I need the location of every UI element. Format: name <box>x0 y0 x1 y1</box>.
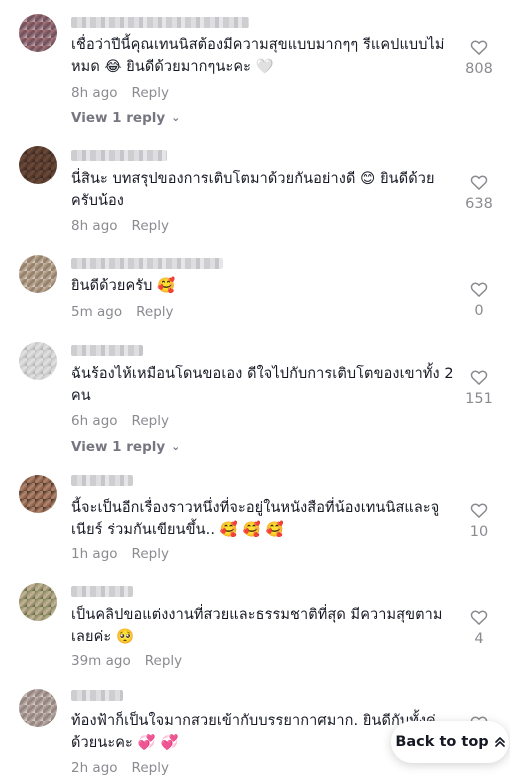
avatar[interactable] <box>19 475 57 513</box>
like-count: 0 <box>474 303 484 319</box>
reply-button[interactable]: Reply <box>132 218 169 234</box>
username[interactable] <box>71 475 133 486</box>
like-button[interactable]: 638 <box>457 172 501 212</box>
chevron-down-icon: ⌄ <box>171 440 181 453</box>
comment-text: ฉันร้องไห้เหมือนโดนขอเอง ดีใจไปกับการเติ… <box>71 366 454 404</box>
heart-outline-icon <box>470 175 488 190</box>
username[interactable] <box>71 690 123 701</box>
like-count: 638 <box>465 196 493 212</box>
username[interactable] <box>71 586 133 597</box>
username[interactable] <box>71 150 167 161</box>
comment-time: 2h ago <box>71 760 118 776</box>
view-replies-label: View 1 reply <box>71 439 166 455</box>
comment-text: นี่สินะ บทสรุปของการเติบโตมาด้วยกันอย่าง… <box>71 171 435 209</box>
view-replies-button[interactable]: View 1 reply ⌄ <box>71 439 180 455</box>
comment-meta: 1h ago Reply <box>71 546 169 562</box>
avatar[interactable] <box>19 342 57 380</box>
heart-outline-icon <box>470 370 488 385</box>
comment-time: 8h ago <box>71 218 118 234</box>
comment-meta: 2h ago Reply <box>71 760 169 776</box>
reply-button[interactable]: Reply <box>132 85 169 101</box>
avatar[interactable] <box>19 14 57 52</box>
back-to-top-label: Back to top <box>395 734 489 750</box>
username[interactable] <box>71 17 249 28</box>
comment-meta: 6h ago Reply <box>71 413 169 429</box>
like-button[interactable]: 4 <box>457 607 501 647</box>
comment-meta: 39m ago Reply <box>71 653 182 669</box>
comment-text: ยินดีด้วยครับ 🥰 <box>71 278 176 294</box>
reply-button[interactable]: Reply <box>136 304 173 320</box>
double-chevron-up-icon <box>494 737 505 747</box>
reply-button[interactable]: Reply <box>132 413 169 429</box>
username[interactable] <box>71 345 143 356</box>
heart-outline-icon <box>470 40 488 55</box>
view-replies-label: View 1 reply <box>71 110 166 126</box>
avatar[interactable] <box>19 255 57 293</box>
view-replies-button[interactable]: View 1 reply ⌄ <box>71 110 180 126</box>
reply-button[interactable]: Reply <box>132 760 169 776</box>
avatar[interactable] <box>19 583 57 621</box>
username[interactable] <box>71 258 223 269</box>
like-count: 4 <box>474 631 484 647</box>
like-button[interactable]: 10 <box>457 500 501 540</box>
comment-text: เชื่อว่าปีนี้คุณเทนนิสต้องมีความสุขแบบมา… <box>71 37 445 75</box>
comment-time: 6h ago <box>71 413 118 429</box>
comment-time: 8h ago <box>71 85 118 101</box>
comment-text: นี้จะเป็นอีกเรื่องราวหนึ่งที่จะอยู่ในหนั… <box>71 500 440 538</box>
comment-meta: 8h ago Reply <box>71 218 169 234</box>
avatar[interactable] <box>19 689 57 727</box>
like-count: 151 <box>465 391 493 407</box>
like-button[interactable]: 808 <box>457 37 501 77</box>
heart-outline-icon <box>470 282 488 297</box>
avatar[interactable] <box>19 146 57 184</box>
reply-button[interactable]: Reply <box>145 653 182 669</box>
heart-outline-icon <box>470 503 488 518</box>
like-button[interactable]: 151 <box>457 367 501 407</box>
like-count: 808 <box>465 61 493 77</box>
comment-time: 39m ago <box>71 653 131 669</box>
back-to-top-button[interactable]: Back to top <box>391 721 509 763</box>
comment-meta: 8h ago Reply <box>71 85 169 101</box>
comment-time: 5m ago <box>71 304 123 320</box>
like-count: 10 <box>469 524 489 540</box>
comment-text: เป็นคลิปขอแต่งงานที่สวยและธรรมชาติที่สุด… <box>71 607 443 645</box>
chevron-down-icon: ⌄ <box>171 111 181 124</box>
comment-time: 1h ago <box>71 546 118 562</box>
reply-button[interactable]: Reply <box>132 546 169 562</box>
comment-meta: 5m ago Reply <box>71 304 174 320</box>
like-button[interactable]: 0 <box>457 279 501 319</box>
heart-outline-icon <box>470 610 488 625</box>
